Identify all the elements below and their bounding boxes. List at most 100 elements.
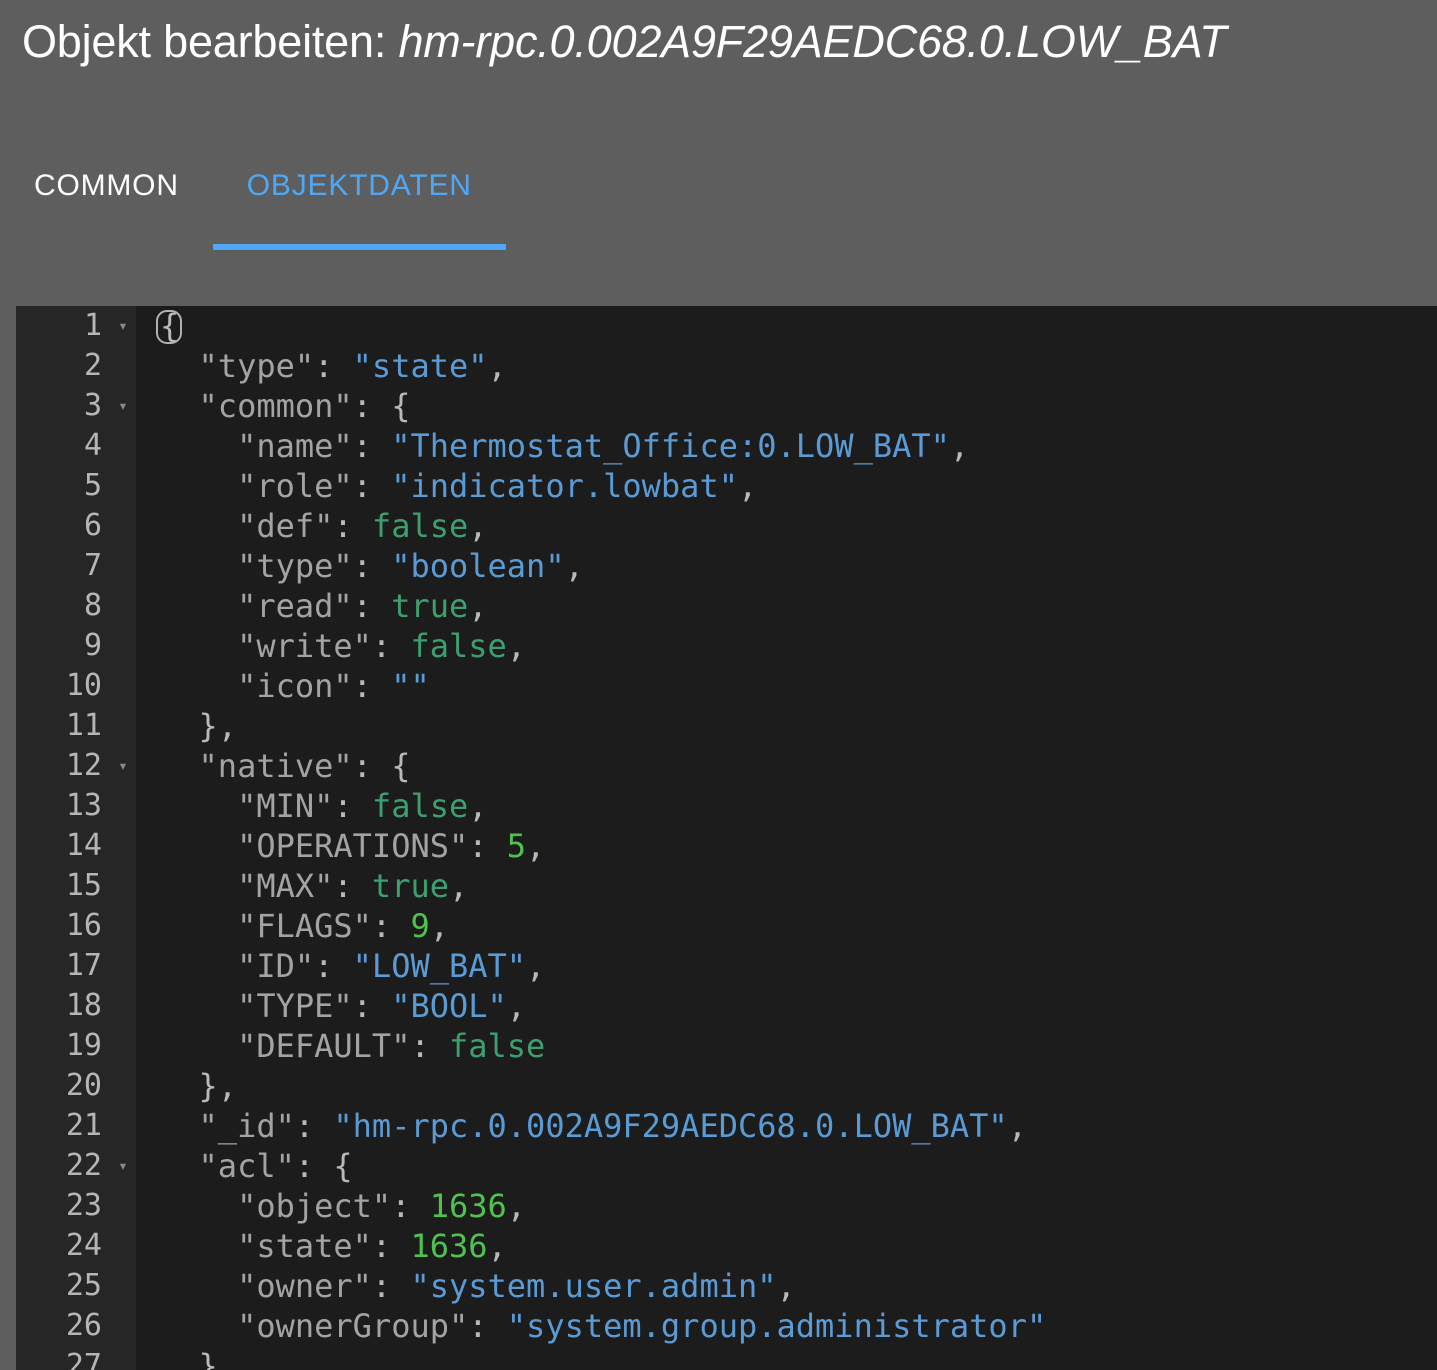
token-str: "boolean" [391,547,565,585]
tab-common[interactable]: COMMON [0,155,213,250]
code-line[interactable]: 25▾ "owner": "system.user.admin", [16,1266,1437,1306]
code-line-text: "acl": { [160,1146,353,1186]
token-key: "ownerGroup" [160,1307,469,1345]
code-line[interactable]: 11▾ }, [16,706,1437,746]
code-line[interactable]: 1 ▾ { [16,306,1437,346]
token-punc: : [468,1307,507,1345]
token-num: 1636 [410,1227,488,1265]
code-line[interactable]: 8▾ "read": true, [16,586,1437,626]
line-number: 6 [83,508,102,543]
code-line[interactable]: 17▾ "ID": "LOW_BAT", [16,946,1437,986]
code-line-text: "FLAGS": 9, [160,906,449,946]
token-punc: , [468,587,488,625]
token-punc: : { [352,747,411,785]
code-line[interactable]: 14▾ "OPERATIONS": 5, [16,826,1437,866]
fold-arrow-icon[interactable]: ▾ [112,746,134,786]
code-line-text: "name": "Thermostat_Office:0.LOW_BAT", [160,426,969,466]
token-punc: : [333,867,372,905]
token-punc: : [352,467,392,505]
line-number: 12 [65,748,102,783]
code-line[interactable]: 3 ▾ "common": { [16,386,1437,426]
json-code-editor[interactable]: 1▾{2▾ "type": "state",3▾ "common": {4▾ "… [16,306,1437,1370]
token-punc: , [506,627,527,665]
token-key: "name" [160,427,353,465]
code-line-text: "ownerGroup": "system.group.administrato… [160,1306,1046,1346]
code-line[interactable]: 21▾ "_id": "hm-rpc.0.002A9F29AEDC68.0.LO… [16,1106,1437,1146]
code-line-text: "common": { [160,386,411,426]
code-line[interactable]: 2▾ "type": "state", [16,346,1437,386]
code-line-text: "write": false, [160,626,526,666]
code-line[interactable]: 15▾ "MAX": true, [16,866,1437,906]
token-key: "MAX" [160,867,334,905]
code-line-text: "state": 1636, [160,1226,507,1266]
code-line-text: "native": { [160,746,411,786]
line-number: 25 [65,1268,102,1303]
line-number: 23 [65,1188,102,1223]
code-line[interactable]: 16▾ "FLAGS": 9, [16,906,1437,946]
code-line[interactable]: 4▾ "name": "Thermostat_Office:0.LOW_BAT"… [16,426,1437,466]
token-punc: }, [160,707,238,745]
token-punc: : [352,427,392,465]
tab-bar: COMMON OBJEKTDATEN [0,155,1437,255]
line-number: 9 [83,628,102,663]
token-key: "MIN" [160,787,334,825]
tab-objektdaten-label: OBJEKTDATEN [246,169,472,202]
code-line[interactable]: 10▾ "icon": "" [16,666,1437,706]
token-punc: , [487,1227,507,1265]
line-number: 24 [65,1228,102,1263]
token-punc: , [949,427,970,465]
token-num: 1636 [429,1187,507,1225]
code-line[interactable]: 13▾ "MIN": false, [16,786,1437,826]
token-punc: : { [352,387,411,425]
code-line-text: "TYPE": "BOOL", [160,986,526,1026]
token-str: "hm-rpc.0.002A9F29AEDC68.0.LOW_BAT" [333,1107,1008,1145]
page-title: Objekt bearbeiten: hm-rpc.0.002A9F29AEDC… [22,14,1227,70]
token-punc: : [333,507,372,545]
line-number: 2 [83,348,102,383]
code-line[interactable]: 27▾ } [16,1346,1437,1370]
line-number: 5 [83,468,102,503]
line-number: 10 [65,668,102,703]
line-number: 17 [65,948,102,983]
code-line[interactable]: 24▾ "state": 1636, [16,1226,1437,1266]
dialog-header: Objekt bearbeiten: hm-rpc.0.002A9F29AEDC… [0,0,1437,306]
code-line[interactable]: 9▾ "write": false, [16,626,1437,666]
token-punc: }, [160,1067,238,1105]
code-line[interactable]: 26▾ "ownerGroup": "system.group.administ… [16,1306,1437,1346]
token-key: "native" [160,747,353,785]
line-number: 26 [65,1308,102,1343]
token-str: "state" [352,347,488,385]
token-punc: : [371,1227,411,1265]
code-line[interactable]: 7▾ "type": "boolean", [16,546,1437,586]
fold-arrow-icon[interactable]: ▾ [112,1146,134,1186]
token-key: "state" [160,1227,372,1265]
page-title-prefix: Objekt bearbeiten: [22,16,399,67]
line-number: 20 [65,1068,102,1103]
token-punc: , [468,787,488,825]
code-line[interactable]: 19▾ "DEFAULT": false [16,1026,1437,1066]
token-punc: : [352,667,392,705]
code-line-text: "MIN": false, [160,786,488,826]
fold-arrow-icon[interactable]: ▾ [112,306,134,346]
token-key: "FLAGS" [160,907,372,945]
line-number: 15 [65,868,102,903]
code-line[interactable]: 22 ▾ "acl": { [16,1146,1437,1186]
code-line[interactable]: 20▾ }, [16,1066,1437,1106]
tab-objektdaten[interactable]: OBJEKTDATEN [212,155,506,250]
code-line[interactable]: 12 ▾ "native": { [16,746,1437,786]
code-line-text: "icon": "" [160,666,430,706]
token-punc: : [371,907,411,945]
token-punc: : [371,627,411,665]
line-number: 19 [65,1028,102,1063]
fold-arrow-icon[interactable]: ▾ [112,386,134,426]
code-line[interactable]: 5▾ "role": "indicator.lowbat", [16,466,1437,506]
token-punc: : [410,1027,449,1065]
token-punc: { [160,307,180,345]
code-line[interactable]: 6▾ "def": false, [16,506,1437,546]
token-bool: false [371,787,469,825]
code-line[interactable]: 18▾ "TYPE": "BOOL", [16,986,1437,1026]
editor-code-surface[interactable]: 1▾{2▾ "type": "state",3▾ "common": {4▾ "… [16,306,1437,1370]
code-line[interactable]: 23▾ "object": 1636, [16,1186,1437,1226]
token-punc: , [448,867,469,905]
token-key: "DEFAULT" [160,1027,411,1065]
